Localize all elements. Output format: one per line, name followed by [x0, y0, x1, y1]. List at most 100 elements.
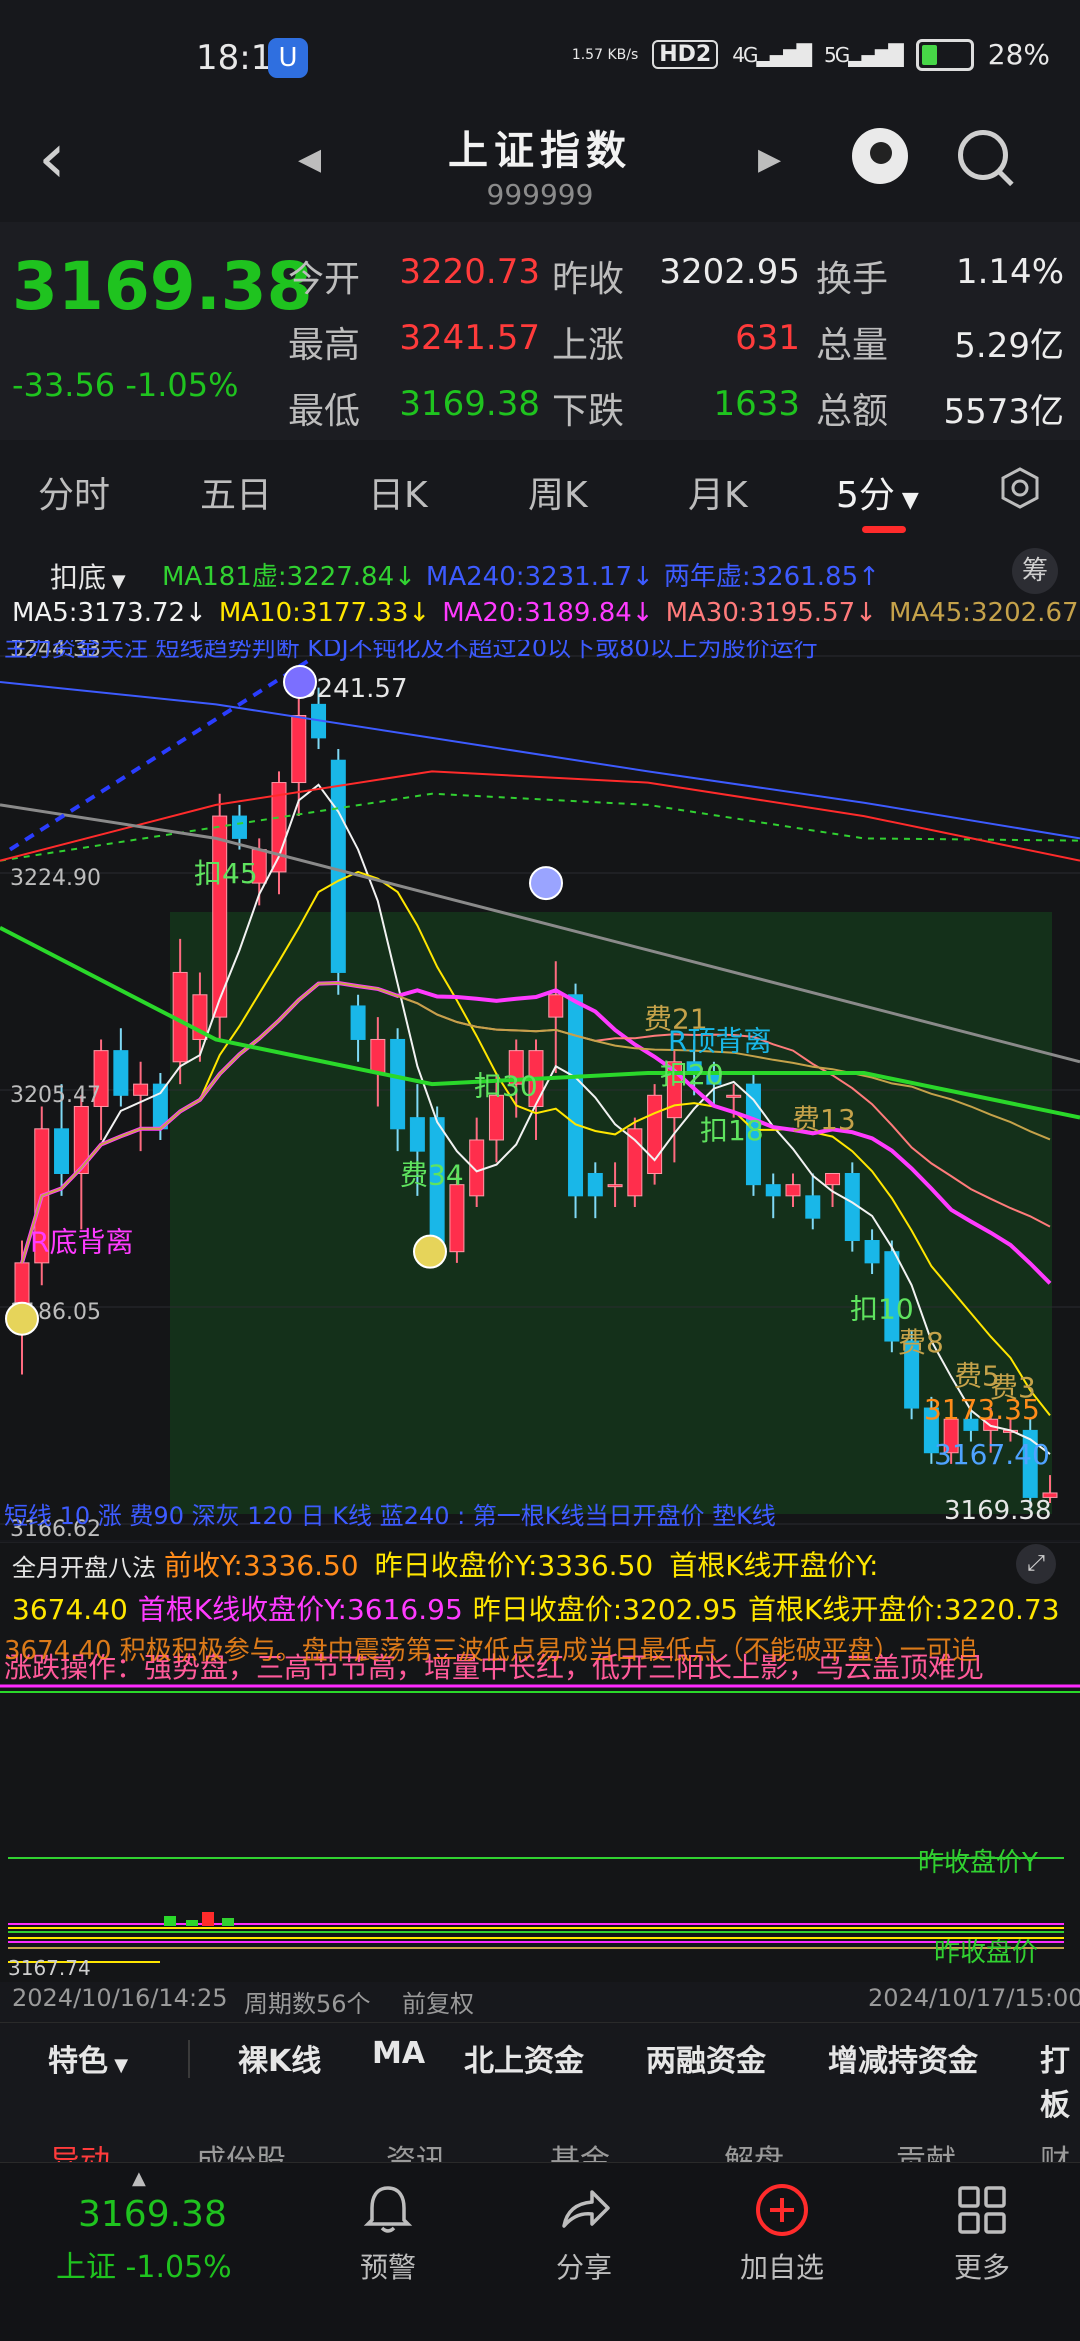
- candle-body[interactable]: [726, 1094, 742, 1098]
- chart-annotation: R顶背离: [668, 1025, 771, 1058]
- share-label[interactable]: 分享: [524, 2246, 644, 2286]
- status-indicators: 1.57 KB/s HD2 4G▂▄▆█ 5G▂▄▆█ 28%: [572, 38, 1050, 71]
- dropdown-icon: ▼: [894, 488, 919, 513]
- candle-body[interactable]: [765, 1184, 781, 1197]
- chart-annotation: 扣18: [700, 1114, 764, 1147]
- bottom-ticker-text: 短线 10 涨 费90 深灰 120 日 K线 蓝240 : 第一根K线当日开盘…: [4, 1502, 776, 1530]
- expand-icon[interactable]: ⤢: [1016, 1544, 1056, 1584]
- subpanel-title: 全月开盘八法: [12, 1554, 156, 1582]
- candle-body[interactable]: [568, 994, 584, 1197]
- feature-northbound[interactable]: 北上资金: [464, 2036, 584, 2080]
- tab-daily-k[interactable]: 日K: [368, 466, 428, 518]
- money-bag-icon[interactable]: [413, 1234, 447, 1269]
- quote-label: 最低: [288, 391, 361, 432]
- feature-limit-up[interactable]: 打板: [1040, 2036, 1080, 2124]
- adjust-mode[interactable]: 前复权: [402, 1984, 474, 2019]
- ma-value: MA181虚:3227.84↓: [162, 562, 416, 592]
- ma-value: MA45:3202.67: [888, 598, 1079, 628]
- tab-five-day[interactable]: 五日: [200, 466, 272, 518]
- strategy-text-overlap: 3674.40 积极积极参与。盘中震荡第三波低点易成当日最低点（不能破平盘）一可…: [4, 1636, 978, 1666]
- ma-value: MA30:3195.57↓: [665, 598, 877, 628]
- candle-body[interactable]: [231, 815, 247, 839]
- settings-hexagon-icon[interactable]: [998, 466, 1042, 510]
- candle-body[interactable]: [370, 1038, 386, 1074]
- sig1-label: 4G: [732, 42, 758, 67]
- search-icon[interactable]: [958, 130, 1008, 180]
- face-marker-icon[interactable]: [529, 866, 563, 901]
- candle-body[interactable]: [647, 1094, 663, 1174]
- tab-5min-label: 5分: [836, 475, 895, 516]
- price-change: -33.56 -1.05%: [12, 366, 239, 404]
- net-speed: 1.57 KB/s: [571, 46, 639, 63]
- feature-margin[interactable]: 两融资金: [646, 2036, 766, 2080]
- assistant-robot-icon[interactable]: [852, 128, 908, 184]
- stock-code: 999999: [486, 178, 594, 211]
- y-tick-label: 3205.47: [10, 1083, 101, 1108]
- tab-weekly-k[interactable]: 周K: [528, 466, 588, 518]
- candle-body[interactable]: [587, 1172, 603, 1197]
- bottom-price: 3169.38: [78, 2194, 227, 2235]
- candle-body[interactable]: [469, 1139, 485, 1197]
- candle-body[interactable]: [449, 1184, 465, 1253]
- feature-ma[interactable]: MA: [372, 2036, 425, 2071]
- more-label[interactable]: 更多: [922, 2246, 1042, 2286]
- signal-icon-4g: 4G▂▄▆█: [732, 42, 812, 67]
- ma-value: MA5:3173.72↓: [12, 598, 207, 628]
- chart-annotation: 3167.40: [934, 1438, 1050, 1471]
- ma-value: MA20:3189.84↓: [442, 598, 654, 628]
- chart-annotation: 扣30: [474, 1069, 538, 1102]
- candle-body[interactable]: [607, 1184, 623, 1188]
- candle-body[interactable]: [350, 1005, 366, 1040]
- candle-body[interactable]: [390, 1038, 406, 1130]
- add-watchlist-label[interactable]: 加自选: [722, 2246, 842, 2286]
- candle-body[interactable]: [548, 994, 564, 1018]
- divider: [188, 2040, 190, 2078]
- feature-holdings[interactable]: 增减持资金: [828, 2036, 978, 2080]
- battery-level: 28%: [987, 38, 1050, 71]
- right-label-close: 昨收盘价: [934, 1938, 1039, 1968]
- candle-body[interactable]: [330, 759, 346, 973]
- ma-value: 两年虚:3261.85↑: [663, 562, 880, 592]
- tab-intraday[interactable]: 分时: [38, 466, 110, 518]
- candle-body[interactable]: [864, 1240, 880, 1264]
- quote-value: 3220.73: [399, 252, 540, 292]
- chart-footer: 2024/10/16/14:25 周期数56个 前复权 2024/10/17/1…: [0, 1980, 1080, 2018]
- quote-value: 1633: [713, 384, 800, 424]
- chip-distribution-button[interactable]: 筹: [1012, 548, 1058, 594]
- more-grid-icon[interactable]: [952, 2180, 1012, 2240]
- bell-icon[interactable]: [358, 2180, 418, 2240]
- candle-body[interactable]: [409, 1117, 425, 1152]
- tab-monthly-k[interactable]: 月K: [688, 466, 748, 518]
- candle-body[interactable]: [54, 1128, 70, 1174]
- add-watchlist-icon[interactable]: [752, 2180, 812, 2240]
- top-ticker-text: 主力资金关注 短线趋势判断 KDJ不钝化及不超过20以下或80以上为股价运行: [4, 640, 818, 662]
- quote-value: 631: [735, 318, 800, 358]
- candle-body[interactable]: [825, 1172, 841, 1186]
- face-marker-icon[interactable]: [283, 665, 317, 700]
- money-bag-icon[interactable]: [5, 1301, 39, 1336]
- chart-annotation: 费8: [898, 1326, 944, 1359]
- alert-label[interactable]: 预警: [328, 2246, 448, 2286]
- feature-special[interactable]: 特色 ▼: [48, 2036, 128, 2080]
- indicator-mode-select[interactable]: 扣底 ▼: [50, 556, 126, 596]
- dropdown-icon: ▼: [106, 571, 126, 592]
- share-icon[interactable]: [554, 2180, 614, 2240]
- candle-body[interactable]: [113, 1050, 129, 1096]
- feature-naked-k[interactable]: 裸K线: [238, 2036, 321, 2080]
- candle-body[interactable]: [785, 1184, 801, 1197]
- collapse-up-icon[interactable]: ▲: [132, 2168, 146, 2189]
- candle-body[interactable]: [805, 1195, 821, 1219]
- candle-body[interactable]: [133, 1083, 149, 1096]
- mini-bar: [222, 1918, 234, 1926]
- chart-annotation: R底背离: [30, 1226, 133, 1259]
- ma-value: 首根K线收盘价Y:3616.95: [137, 1593, 463, 1626]
- tab-5min[interactable]: 5分 ▼: [836, 466, 919, 518]
- ma-value: MA240:3231.17↓: [425, 562, 654, 592]
- candlestick-chart[interactable]: 3244.333224.903205.473186.053166.62主力资金关…: [0, 640, 1080, 1540]
- next-stock-icon[interactable]: ▶: [758, 142, 781, 177]
- end-datetime: 2024/10/17/15:00: [868, 1984, 1080, 2012]
- quote-label: 今开: [288, 259, 361, 300]
- candle-body[interactable]: [291, 715, 307, 784]
- quote-value: 5.29亿: [954, 326, 1064, 366]
- mini-bar: [186, 1920, 198, 1926]
